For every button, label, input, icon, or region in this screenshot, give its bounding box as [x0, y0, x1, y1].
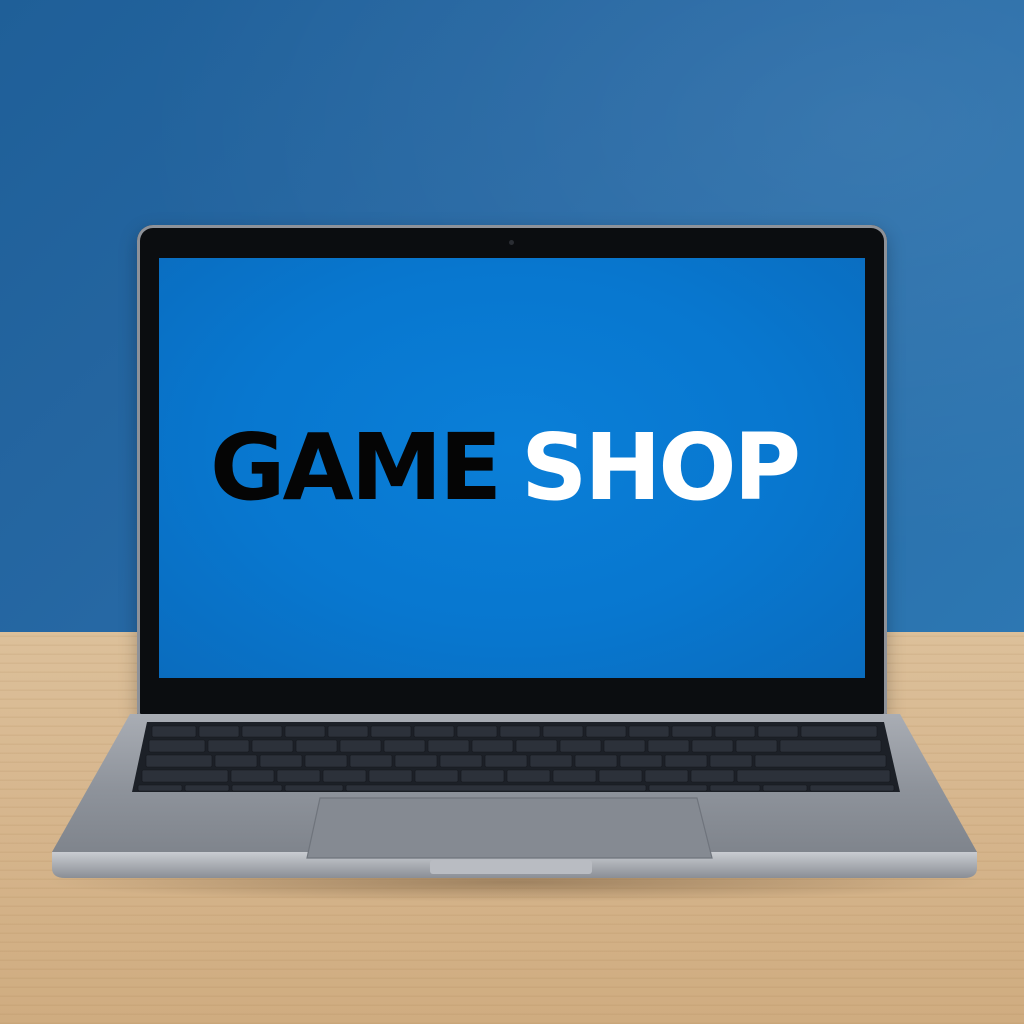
key-row-3 — [145, 754, 887, 768]
game-shop-logo: GAME SHOP — [210, 422, 801, 514]
logo-word-shop: SHOP — [521, 414, 801, 521]
key-row-4 — [141, 769, 891, 783]
key-row-5 — [137, 784, 895, 792]
photo-scene: GAME SHOP — [0, 0, 1024, 1024]
laptop-base-drawing — [52, 714, 977, 878]
trackpad — [306, 797, 713, 859]
keyboard-keys — [137, 725, 895, 792]
logo-word-game: GAME — [209, 414, 502, 521]
laptop-lid: GAME SHOP — [137, 225, 887, 717]
laptop-screen: GAME SHOP — [159, 258, 865, 678]
laptop-base — [52, 712, 977, 880]
webcam-icon — [509, 240, 514, 245]
lid-notch — [430, 860, 592, 874]
key-row-1 — [151, 725, 878, 738]
